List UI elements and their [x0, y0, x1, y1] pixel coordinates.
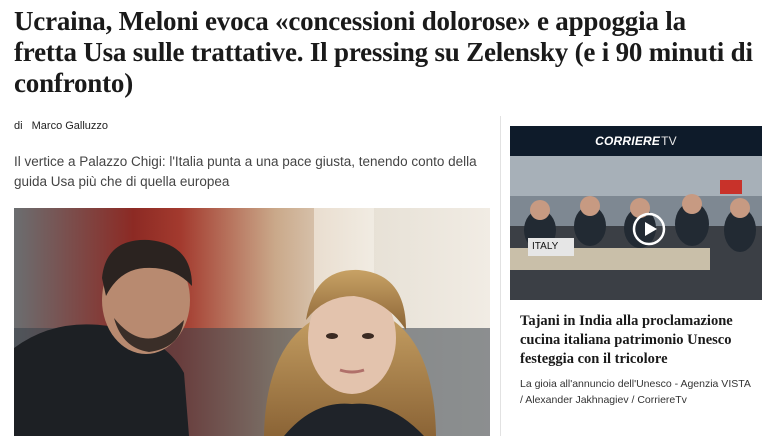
hero-photo[interactable] — [14, 208, 490, 436]
corriere-tv-video-card[interactable]: CORRIERETV ITALY — [510, 126, 762, 300]
article-headline[interactable]: Ucraina, Meloni evoca «concessioni dolor… — [14, 6, 754, 99]
corriere-tv-logo: CORRIERETV — [595, 134, 677, 148]
video-caption: La gioia all'annuncio dell'Unesco - Agen… — [520, 378, 751, 406]
hero-photo-illustration — [14, 208, 490, 436]
byline: di Marco Galluzzo — [14, 120, 108, 132]
flag-label: ITALY — [532, 241, 559, 252]
byline-prefix: di — [14, 120, 23, 132]
article-summary: Il vertice a Palazzo Chigi: l'Italia pun… — [14, 154, 477, 189]
author-name[interactable]: Marco Galluzzo — [32, 120, 108, 132]
brand-name: CORRIERE — [595, 134, 661, 148]
brand-suffix: TV — [661, 134, 677, 148]
play-icon[interactable] — [632, 212, 666, 246]
column-divider — [500, 116, 501, 436]
corriere-tv-logo-bar: CORRIERETV — [510, 126, 762, 156]
video-title[interactable]: Tajani in India alla proclamazione cucin… — [520, 312, 756, 369]
